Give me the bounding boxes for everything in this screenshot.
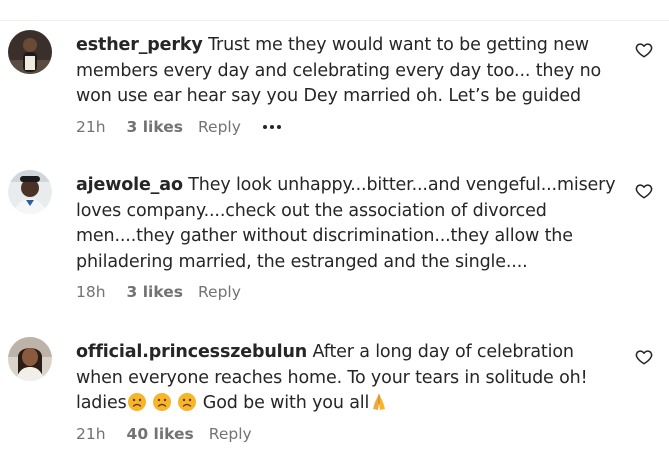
sad-face-emoji — [178, 393, 197, 412]
sad-face-emoji — [127, 393, 146, 412]
avatar[interactable] — [8, 30, 52, 74]
comment-meta: 21h 3 likes Reply — [76, 116, 616, 138]
heart-outline-icon[interactable] — [635, 182, 653, 200]
comment-time: 21h — [76, 117, 106, 136]
comment-username[interactable]: esther_perky — [76, 35, 203, 55]
more-options-icon[interactable] — [262, 124, 281, 129]
comment-likes[interactable]: 3 likes — [127, 118, 183, 136]
comment-text: ajewole_ao They look unhappy...bitter...… — [76, 173, 616, 275]
comment-content: God be with you all — [197, 393, 370, 414]
comment-body: esther_perky Trust me they would want to… — [76, 33, 616, 138]
avatar-image — [8, 30, 52, 74]
praying-hands-emoji — [373, 394, 386, 411]
comment-username[interactable]: ajewole_ao — [76, 175, 183, 195]
comment-body: official.princesszebulun After a long da… — [76, 340, 616, 445]
comment-username[interactable]: official.princesszebulun — [76, 342, 307, 362]
heart-outline-icon[interactable] — [635, 41, 653, 59]
comment-body: ajewole_ao They look unhappy...bitter...… — [76, 173, 616, 303]
reply-button[interactable]: Reply — [209, 425, 252, 443]
comment-time: 18h — [76, 283, 106, 302]
avatar[interactable] — [8, 170, 52, 214]
comment-text: official.princesszebulun After a long da… — [76, 340, 616, 417]
comment-likes[interactable]: 40 likes — [127, 425, 194, 443]
comment-likes[interactable]: 3 likes — [127, 283, 183, 301]
comment-meta: 18h 3 likes Reply — [76, 281, 616, 303]
avatar-image — [8, 170, 52, 214]
top-divider — [0, 20, 669, 21]
heart-outline-icon[interactable] — [635, 348, 653, 366]
avatar[interactable] — [8, 337, 52, 381]
avatar-image — [8, 337, 52, 381]
comment-time: 21h — [76, 424, 106, 443]
comment-text: esther_perky Trust me they would want to… — [76, 33, 616, 110]
reply-button[interactable]: Reply — [198, 283, 241, 301]
sad-face-emoji — [152, 393, 171, 412]
reply-button[interactable]: Reply — [198, 118, 241, 136]
comment-meta: 21h 40 likes Reply — [76, 423, 616, 445]
